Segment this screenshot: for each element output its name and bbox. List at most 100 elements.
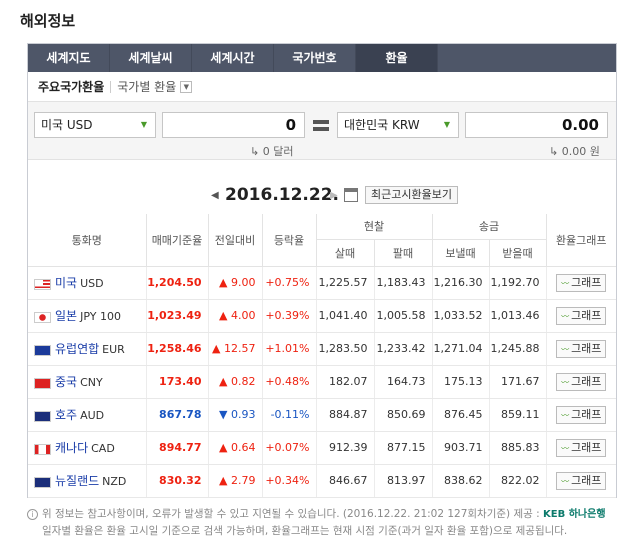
to-currency-select[interactable]: 대한민국 KRW ▼ bbox=[337, 112, 459, 138]
remit-recv-cell: 885.83 bbox=[489, 431, 547, 465]
currency-name-link[interactable]: 유럽연합 bbox=[55, 342, 99, 356]
remit-send-cell: 175.13 bbox=[432, 365, 490, 399]
tab-world-weather[interactable]: 세계날씨 bbox=[110, 44, 192, 72]
remit-send-cell: 1,216.30 bbox=[432, 266, 490, 300]
rate-cell: +0.48% bbox=[262, 365, 317, 399]
flag-nz-icon bbox=[34, 476, 51, 488]
cash-buy-cell: 182.07 bbox=[316, 365, 375, 399]
table-row: 미국 USD 1,204.50 ▲ 9.00 +0.75% 1,225.57 1,183.4… bbox=[28, 266, 616, 300]
arrow-up-icon: ▲ bbox=[219, 309, 228, 322]
header-base-rate: 매매기준율 bbox=[146, 214, 209, 267]
currency-cell: 일본 JPY 100 bbox=[28, 299, 147, 333]
currency-name-link[interactable]: 호주 bbox=[55, 408, 77, 422]
table-row: 일본 JPY 100 1,023.49 ▲ 4.00 +0.39% 1,041.40 1,0… bbox=[28, 299, 616, 333]
graph-cell: 〰 그래프 bbox=[546, 431, 616, 465]
change-cell: ▲ 2.79 bbox=[208, 464, 263, 498]
chart-icon: 〰 bbox=[561, 443, 570, 453]
change-value: 2.79 bbox=[231, 474, 256, 487]
next-date-icon[interactable]: ▶ bbox=[330, 190, 338, 201]
remit-send-cell: 876.45 bbox=[432, 398, 490, 432]
cash-sell-cell: 813.97 bbox=[374, 464, 433, 498]
currency-name-link[interactable]: 중국 bbox=[55, 375, 77, 389]
remit-recv-cell: 1,245.88 bbox=[489, 332, 547, 366]
from-currency-select[interactable]: 미국 USD ▼ bbox=[34, 112, 156, 138]
chevron-down-icon[interactable]: ▼ bbox=[180, 80, 193, 93]
exchange-rate-table: 통화명 매매기준율 전일대비 등락율 현찰 송금 환율그래프 살때 팔때 보낼때… bbox=[28, 214, 616, 498]
tab-exchange-rate[interactable]: 환율 bbox=[356, 44, 438, 72]
table-body: 미국 USD 1,204.50 ▲ 9.00 +0.75% 1,225.57 1,183.4… bbox=[28, 266, 616, 498]
currency-converter: 미국 USD ▼ 0 대한민국 KRW ▼ 0.00 ↳ 0 달러 ↳ 0.00… bbox=[28, 102, 616, 160]
graph-cell: 〰 그래프 bbox=[546, 299, 616, 333]
currency-name-link[interactable]: 뉴질랜드 bbox=[55, 474, 99, 488]
currency-code: CNY bbox=[80, 376, 103, 389]
flag-au-icon bbox=[34, 410, 51, 422]
arrow-up-icon: ▲ bbox=[219, 474, 228, 487]
graph-button[interactable]: 〰 그래프 bbox=[556, 471, 607, 490]
graph-button[interactable]: 〰 그래프 bbox=[556, 372, 607, 391]
dropdown-arrow-icon: ▼ bbox=[140, 120, 147, 129]
prev-date-icon[interactable]: ◀ bbox=[211, 190, 219, 201]
change-cell: ▼ 0.93 bbox=[208, 398, 263, 432]
graph-label: 그래프 bbox=[571, 473, 602, 487]
graph-button[interactable]: 〰 그래프 bbox=[556, 438, 607, 457]
tab-country-code[interactable]: 국가번호 bbox=[274, 44, 356, 72]
tab-world-time[interactable]: 세계시간 bbox=[192, 44, 274, 72]
note-line-2: 일자별 환율은 환율 고시일 기준으로 검색 가능하며, 환율그래프는 현재 시… bbox=[42, 525, 568, 537]
currency-code: EUR bbox=[102, 343, 125, 356]
info-icon: i bbox=[27, 509, 38, 520]
change-value: 0.93 bbox=[231, 408, 256, 421]
rate-cell: +0.75% bbox=[262, 266, 317, 300]
flag-cn-icon bbox=[34, 377, 51, 389]
graph-label: 그래프 bbox=[571, 407, 602, 421]
chart-icon: 〰 bbox=[561, 410, 570, 420]
table-row: 뉴질랜드 NZD 830.32 ▲ 2.79 +0.34% 846.67 813.97 838… bbox=[28, 464, 616, 498]
rate-cell: +0.39% bbox=[262, 299, 317, 333]
calendar-icon[interactable] bbox=[344, 188, 358, 202]
currency-name-link[interactable]: 미국 bbox=[55, 276, 77, 290]
cash-buy-cell: 1,225.57 bbox=[316, 266, 375, 300]
divider bbox=[110, 80, 112, 93]
currency-code: NZD bbox=[102, 475, 127, 488]
header-cash: 현찰 bbox=[316, 214, 433, 240]
bank-logo: KEB 하나은행 bbox=[543, 509, 606, 520]
graph-button[interactable]: 〰 그래프 bbox=[556, 306, 607, 325]
chart-icon: 〰 bbox=[561, 476, 570, 486]
graph-cell: 〰 그래프 bbox=[546, 365, 616, 399]
exchange-panel: 세계지도 세계날씨 세계시간 국가번호 환율 주요국가환율 국가별 환율 ▼ 미… bbox=[27, 43, 617, 498]
from-amount-input[interactable]: 0 bbox=[162, 112, 305, 138]
rate-cell: +0.34% bbox=[262, 464, 317, 498]
change-value: 9.00 bbox=[231, 276, 256, 289]
remit-recv-cell: 822.02 bbox=[489, 464, 547, 498]
graph-button[interactable]: 〰 그래프 bbox=[556, 273, 607, 292]
header-remit-send: 보낼때 bbox=[432, 239, 490, 267]
page-title: 해외정보 bbox=[20, 12, 76, 30]
change-value: 0.64 bbox=[231, 441, 256, 454]
chart-icon: 〰 bbox=[561, 311, 570, 321]
from-currency-value: 미국 USD bbox=[41, 118, 93, 132]
currency-name-link[interactable]: 일본 bbox=[55, 309, 77, 323]
base-rate-cell: 1,258.46 bbox=[146, 332, 209, 366]
base-rate-cell: 894.77 bbox=[146, 431, 209, 465]
currency-cell: 캐나다 CAD bbox=[28, 431, 147, 465]
currency-cell: 뉴질랜드 NZD bbox=[28, 464, 147, 498]
major-rates-label[interactable]: 주요국가환율 bbox=[38, 78, 104, 95]
graph-button[interactable]: 〰 그래프 bbox=[556, 405, 607, 424]
graph-label: 그래프 bbox=[571, 374, 602, 388]
arrow-up-icon: ▲ bbox=[219, 441, 228, 454]
tab-world-map[interactable]: 세계지도 bbox=[28, 44, 110, 72]
currency-name-link[interactable]: 캐나다 bbox=[55, 441, 88, 455]
notes: i 위 정보는 참고사항이며, 오류가 발생할 수 있고 지연될 수 있습니다. … bbox=[27, 506, 627, 539]
cash-buy-cell: 1,283.50 bbox=[316, 332, 375, 366]
recent-rates-button[interactable]: 최근고시환율보기 bbox=[365, 186, 458, 204]
table-row: 유럽연합 EUR 1,258.46 ▲ 12.57 +1.01% 1,283.50 1,23… bbox=[28, 332, 616, 366]
cash-sell-cell: 164.73 bbox=[374, 365, 433, 399]
remit-recv-cell: 1,013.46 bbox=[489, 299, 547, 333]
change-cell: ▲ 0.82 bbox=[208, 365, 263, 399]
graph-button[interactable]: 〰 그래프 bbox=[556, 339, 607, 358]
to-amount-input[interactable]: 0.00 bbox=[465, 112, 608, 138]
remit-send-cell: 1,033.52 bbox=[432, 299, 490, 333]
header-cash-sell: 팔때 bbox=[374, 239, 433, 267]
country-rates-link[interactable]: 국가별 환율 bbox=[117, 78, 176, 95]
arrow-up-icon: ▲ bbox=[219, 375, 228, 388]
rate-cell: -0.11% bbox=[262, 398, 317, 432]
